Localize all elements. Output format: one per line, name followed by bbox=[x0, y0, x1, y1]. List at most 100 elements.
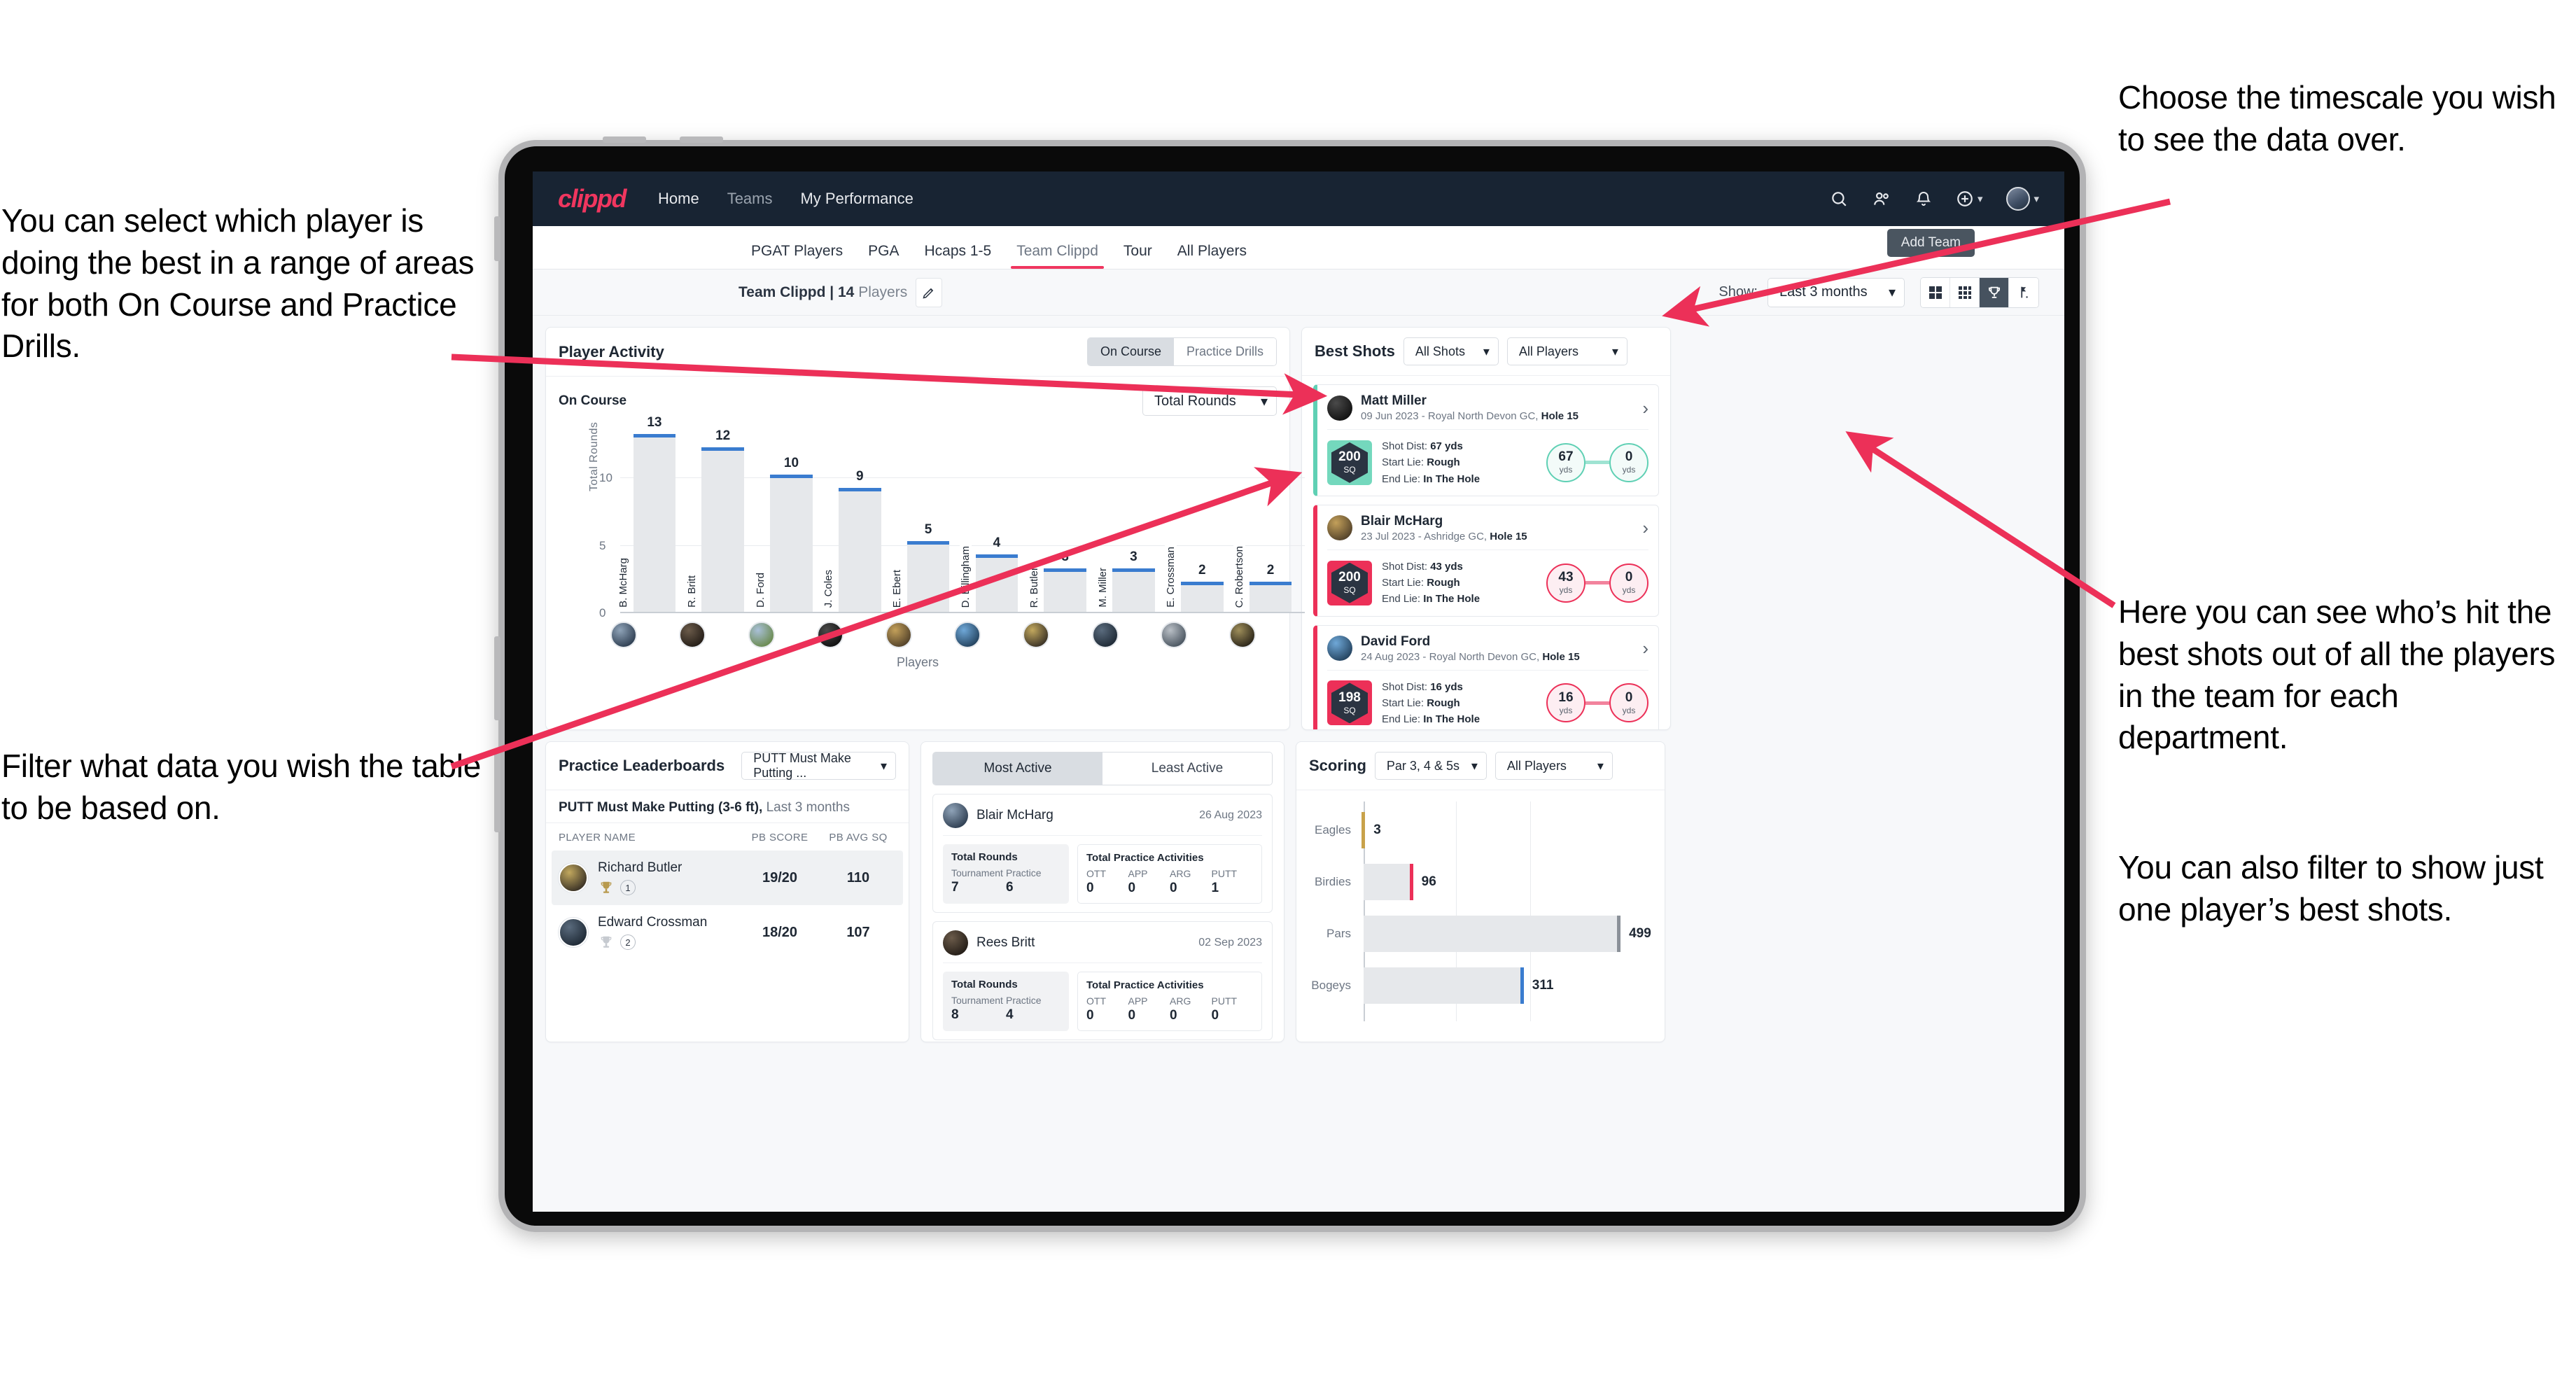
bar-item[interactable]: 3 R. Butler bbox=[1028, 424, 1100, 612]
avatar[interactable] bbox=[748, 622, 775, 648]
bar-item[interactable]: 5 E. Ebert bbox=[891, 424, 962, 612]
best-shot-card[interactable]: David Ford 24 Aug 2023 - Royal North Devo… bbox=[1313, 624, 1659, 729]
team-separator: | bbox=[825, 284, 838, 300]
golf-flag-icon[interactable] bbox=[2009, 277, 2038, 307]
grid-3x3-icon[interactable] bbox=[1950, 277, 1980, 307]
leaderboard-row[interactable]: Edward Crossman 2 18/20 107 bbox=[552, 905, 903, 960]
metric-select[interactable]: Total Rounds ▾ bbox=[1142, 386, 1277, 416]
best-shot-meta: 09 Jun 2023 - Royal North Devon GC, Hole… bbox=[1361, 410, 1578, 422]
bar-category-label: R. Britt bbox=[685, 574, 698, 609]
scoring-bar-row[interactable]: Eagles 3 bbox=[1309, 804, 1652, 856]
practice-leaderboards-card: Practice Leaderboards PUTT Must Make Put… bbox=[545, 741, 909, 1042]
tab-pgat-players[interactable]: PGAT Players bbox=[738, 243, 855, 269]
best-shot-card[interactable]: Blair McHarg 23 Jul 2023 - Ashridge GC, H… bbox=[1313, 504, 1659, 617]
segment-on-course[interactable]: On Course bbox=[1087, 338, 1174, 365]
bar-category-label: J. Coles bbox=[822, 568, 835, 609]
total-rounds-title: Total Rounds bbox=[951, 851, 1018, 863]
chevron-down-icon: ▾ bbox=[1260, 393, 1268, 410]
bar-category-label: C. Robertson bbox=[1233, 544, 1246, 609]
trophy-icon[interactable] bbox=[1980, 277, 2009, 307]
scoring-bar-cap bbox=[1409, 864, 1413, 900]
plus-circle-icon[interactable]: ▾ bbox=[1956, 190, 1982, 208]
bar-item[interactable]: 2 C. Robertson bbox=[1233, 424, 1305, 612]
activity-player-name: Rees Britt bbox=[976, 935, 1035, 950]
tab-most-active[interactable]: Most Active bbox=[933, 752, 1102, 785]
grid-2x2-icon[interactable] bbox=[1921, 277, 1950, 307]
y-axis-tick: 10 bbox=[599, 471, 612, 485]
activity-tab-group: Most Active Least Active bbox=[932, 752, 1273, 785]
avatar[interactable] bbox=[885, 622, 912, 648]
total-rounds-box: Total Rounds Tournament 7 Practice 6 bbox=[943, 844, 1069, 904]
shot-quality-badge: 198 SQ bbox=[1327, 680, 1372, 726]
best-shots-list: Matt Miller 09 Jun 2023 - Royal North Dev… bbox=[1302, 376, 1670, 729]
bar-item[interactable]: 3 M. Miller bbox=[1096, 424, 1168, 612]
shot-filter-value: All Shots bbox=[1415, 344, 1465, 358]
bar bbox=[633, 434, 676, 612]
activity-player-card[interactable]: Rees Britt 02 Sep 2023 Total Rounds Tournam… bbox=[932, 921, 1273, 1040]
shot-details: Shot Dist: 16 yds Start Lie: Rough End Lie… bbox=[1382, 679, 1480, 728]
chevron-right-icon[interactable]: › bbox=[1642, 399, 1648, 417]
bar-item[interactable]: 4 D. Billingham bbox=[959, 424, 1031, 612]
tab-team-clippd[interactable]: Team Clippd bbox=[1004, 243, 1111, 269]
avatar[interactable] bbox=[679, 622, 706, 648]
avatar[interactable] bbox=[610, 622, 638, 648]
avatar[interactable] bbox=[1023, 622, 1050, 648]
segment-practice-drills[interactable]: Practice Drills bbox=[1173, 338, 1276, 365]
avatar[interactable] bbox=[1228, 622, 1256, 648]
best-shot-player-name: David Ford bbox=[1361, 634, 1431, 649]
tab-all-players[interactable]: All Players bbox=[1165, 243, 1259, 269]
clippd-logo[interactable]: clippd bbox=[558, 184, 627, 214]
bar-item[interactable]: 2 E. Crossman bbox=[1165, 424, 1236, 612]
annotation-right-bottom: You can also filter to show just one pla… bbox=[2118, 849, 2544, 927]
total-rounds-box: Total Rounds Tournament 8 Practice 4 bbox=[943, 972, 1069, 1031]
best-shot-date-course: 23 Jul 2023 - Ashridge GC, bbox=[1361, 530, 1490, 542]
scoring-bar-row[interactable]: Birdies 96 bbox=[1309, 856, 1652, 908]
avatar[interactable] bbox=[1160, 622, 1187, 648]
avatar[interactable]: ▾ bbox=[2006, 187, 2039, 211]
bar-item[interactable]: 9 J. Coles bbox=[822, 424, 894, 612]
scoring-bar-row[interactable]: Bogeys 311 bbox=[1309, 960, 1652, 1011]
bar-item[interactable]: 12 R. Britt bbox=[685, 424, 757, 612]
scoring-bar-track: 311 bbox=[1364, 967, 1652, 1004]
search-icon[interactable] bbox=[1830, 190, 1848, 208]
tab-tour[interactable]: Tour bbox=[1111, 243, 1165, 269]
add-team-tooltip: Add Team bbox=[1886, 229, 1975, 257]
rounds-column: Tournament 8 bbox=[951, 995, 1006, 1023]
start-distance-value: 16 bbox=[1558, 690, 1574, 705]
timescale-select[interactable]: Last 3 months ▾ bbox=[1768, 277, 1905, 307]
bar-value-label: 9 bbox=[855, 468, 864, 484]
edit-team-button[interactable] bbox=[916, 277, 943, 307]
bar-item[interactable]: 13 B. McHarg bbox=[617, 415, 689, 612]
avatar[interactable] bbox=[816, 622, 844, 648]
scoring-par-filter[interactable]: Par 3, 4 & 5s ▾ bbox=[1374, 752, 1487, 780]
drill-select[interactable]: PUTT Must Make Putting ... ▾ bbox=[741, 751, 896, 780]
shot-dist-label: Shot Dist: bbox=[1382, 680, 1431, 693]
activity-player-card[interactable]: Blair McHarg 26 Aug 2023 Total Rounds Tourn… bbox=[932, 794, 1273, 913]
scoring-bar-row[interactable]: Pars 499 bbox=[1309, 908, 1652, 960]
nav-link-teams[interactable]: Teams bbox=[727, 190, 773, 208]
leaderboard-row[interactable]: Richard Butler 1 19/20 110 bbox=[552, 850, 903, 905]
tab-hcaps-1-5[interactable]: Hcaps 1-5 bbox=[911, 243, 1004, 269]
nav-link-my-performance[interactable]: My Performance bbox=[800, 190, 913, 208]
best-shot-card[interactable]: Matt Miller 09 Jun 2023 - Royal North Dev… bbox=[1313, 384, 1659, 496]
team-toolbar: Team Clippd | 14 Players Show: Last 3 mo… bbox=[533, 270, 2064, 316]
nav-link-home[interactable]: Home bbox=[658, 190, 699, 208]
tab-least-active[interactable]: Least Active bbox=[1102, 752, 1272, 785]
avatar[interactable] bbox=[954, 622, 981, 648]
practice-key: ARG bbox=[1170, 995, 1191, 1007]
practice-value: 0 bbox=[1211, 1008, 1219, 1023]
start-lie-line: Start Lie: Rough bbox=[1382, 575, 1480, 591]
bell-icon[interactable] bbox=[1915, 190, 1932, 208]
bar-item[interactable]: 10 D. Ford bbox=[754, 424, 826, 612]
y-axis-tick: 0 bbox=[599, 606, 606, 620]
shot-details: Shot Dist: 67 yds Start Lie: Rough End Lie… bbox=[1382, 438, 1480, 487]
best-shots-shot-filter[interactable]: All Shots ▾ bbox=[1403, 337, 1499, 365]
scoring-player-filter[interactable]: All Players ▾ bbox=[1494, 752, 1613, 780]
chevron-right-icon[interactable]: › bbox=[1642, 519, 1648, 537]
best-shots-player-filter[interactable]: All Players ▾ bbox=[1506, 337, 1628, 365]
people-icon[interactable] bbox=[1872, 190, 1891, 208]
tablet-top-button-1 bbox=[603, 136, 646, 143]
tab-pga[interactable]: PGA bbox=[855, 243, 911, 269]
chevron-right-icon[interactable]: › bbox=[1642, 639, 1648, 657]
avatar[interactable] bbox=[1091, 622, 1119, 648]
